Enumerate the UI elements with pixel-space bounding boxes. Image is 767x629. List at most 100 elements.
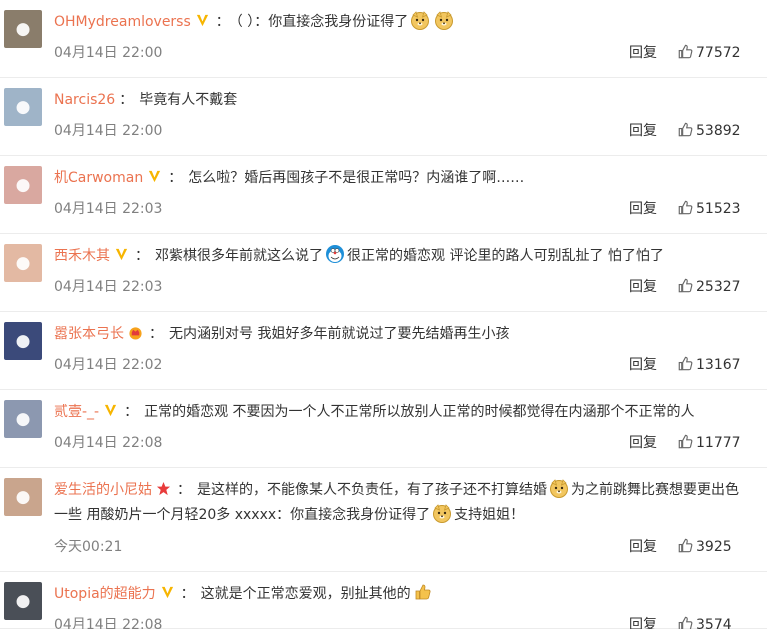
thumbs-up-icon bbox=[677, 434, 696, 451]
like-count: 51523 bbox=[696, 201, 741, 217]
comment-meta: 04月14日 22:08 回复 11777 bbox=[54, 433, 751, 453]
reply-button[interactable]: 回复 bbox=[629, 355, 657, 375]
reply-button[interactable]: 回复 bbox=[629, 615, 657, 629]
doge-emoji bbox=[410, 10, 430, 30]
like-count: 3925 bbox=[696, 539, 732, 555]
comment-text: Narcis26： 毕竟有人不戴套 bbox=[54, 88, 751, 113]
like-count: 3574 bbox=[696, 617, 732, 629]
like-button[interactable]: 13167 bbox=[677, 355, 751, 375]
separator-colon: ： bbox=[177, 482, 191, 498]
avatar-cat-icon: ● bbox=[15, 97, 31, 117]
separator-colon: ： bbox=[168, 170, 183, 186]
separator-colon: ： bbox=[180, 586, 195, 602]
comment-meta: 04月14日 22:00 回复 53892 bbox=[54, 121, 751, 141]
separator-colon: ： bbox=[119, 92, 134, 108]
like-button[interactable]: 3574 bbox=[677, 615, 751, 629]
username-link[interactable]: Narcis26 bbox=[54, 92, 115, 108]
comment-list: ● OHMydreamloverss ： （ ）：你直接念我身份证得了 04月14日 2… bbox=[0, 0, 767, 629]
thumbs-up-icon bbox=[677, 278, 696, 295]
avatar[interactable]: ● bbox=[4, 88, 42, 126]
like-button[interactable]: 11777 bbox=[677, 433, 751, 453]
like-button[interactable]: 3925 bbox=[677, 537, 751, 557]
comment-text: 嚣张本弓长 ： 无内涵别对号 我姐好多年前就说过了要先结婚再生小孩 bbox=[54, 322, 751, 347]
doge-emoji bbox=[434, 10, 454, 30]
like-count: 11777 bbox=[696, 435, 741, 451]
like-count: 53892 bbox=[696, 123, 741, 139]
like-button[interactable]: 53892 bbox=[677, 121, 751, 141]
thumbs-up-emoji bbox=[413, 582, 433, 602]
thumbs-up-icon bbox=[677, 538, 696, 555]
comment-text: OHMydreamloverss ： （ ）：你直接念我身份证得了 bbox=[54, 10, 751, 35]
thumbs-up-icon bbox=[677, 356, 696, 373]
username-link[interactable]: 西禾木其 bbox=[54, 248, 110, 264]
username-link[interactable]: 嚣张本弓长 bbox=[54, 326, 124, 342]
thumbs-up-icon bbox=[677, 44, 696, 61]
vip-crown-icon bbox=[128, 324, 143, 340]
verified-v-icon bbox=[103, 402, 118, 417]
reply-button[interactable]: 回复 bbox=[629, 121, 657, 141]
like-button[interactable]: 77572 bbox=[677, 43, 751, 63]
comment-time: 04月14日 22:03 bbox=[54, 201, 163, 217]
avatar[interactable]: ● bbox=[4, 10, 42, 48]
avatar[interactable]: ● bbox=[4, 244, 42, 282]
comment-text: 西禾木其 ： 邓紫棋很多年前就这么说了 很正常的婚恋观 评论里的路人可别乱扯了 怕了怕… bbox=[54, 244, 751, 269]
like-button[interactable]: 25327 bbox=[677, 277, 751, 297]
reply-button[interactable]: 回复 bbox=[629, 537, 657, 557]
comment-text: 爱生活的小尼姑：是这样的，不能像某人不负责任，有了孩子还不打算结婚 为之前跳舞比赛… bbox=[54, 478, 751, 528]
avatar-boy-icon: ● bbox=[15, 409, 31, 429]
comment-meta: 04月14日 22:02 回复 13167 bbox=[54, 355, 751, 375]
like-count: 77572 bbox=[696, 45, 741, 61]
avatar[interactable]: ● bbox=[4, 582, 42, 620]
comment-body: 是这样的，不能像某人不负责任，有了孩子还不打算结婚 bbox=[197, 482, 547, 498]
reply-button[interactable]: 回复 bbox=[629, 43, 657, 63]
comment-time: 04月14日 22:02 bbox=[54, 357, 163, 373]
comment-text: Utopia的超能力 ： 这就是个正常恋爱观，别扯其他的 bbox=[54, 582, 751, 607]
comment-body-cont: 很正常的婚恋观 评论里的路人可别乱扯了 怕了怕了 bbox=[347, 248, 664, 264]
verified-v-icon bbox=[195, 12, 210, 27]
comment-item: ● Utopia的超能力 ： 这就是个正常恋爱观，别扯其他的 04月14日 22:08 回… bbox=[0, 572, 767, 629]
reply-button[interactable]: 回复 bbox=[629, 277, 657, 297]
thumbs-up-icon bbox=[677, 616, 696, 629]
avatar-girl-icon: ● bbox=[15, 175, 31, 195]
comment-item: ● 机Carwoman ： 怎么啦？婚后再囤孩子不是很正常吗？内涵谁了啊…… 04月14… bbox=[0, 156, 767, 234]
avatar-figure-icon: ● bbox=[15, 331, 31, 351]
username-link[interactable]: 爱生活的小尼姑 bbox=[54, 482, 152, 498]
comment-body: 正常的婚恋观 不要因为一个人不正常所以放别人正常的时候都觉得在内涵那个不正常的人 bbox=[144, 404, 695, 420]
username-link[interactable]: 贰壹-_- bbox=[54, 404, 99, 420]
comment-body: 邓紫棋很多年前就这么说了 bbox=[155, 248, 323, 264]
comment-body: 毕竟有人不戴套 bbox=[139, 92, 238, 108]
comment-body: （ ）：你直接念我身份证得了 bbox=[235, 14, 409, 30]
username-link[interactable]: Utopia的超能力 bbox=[54, 586, 156, 602]
username-link[interactable]: 机Carwoman bbox=[54, 170, 143, 186]
comment-item: ● 爱生活的小尼姑：是这样的，不能像某人不负责任，有了孩子还不打算结婚 为之前跳舞比… bbox=[0, 468, 767, 572]
separator-colon: ： bbox=[124, 404, 139, 420]
comment-text: 机Carwoman ： 怎么啦？婚后再囤孩子不是很正常吗？内涵谁了啊…… bbox=[54, 166, 751, 191]
like-count: 13167 bbox=[696, 357, 741, 373]
comment-body: 这就是个正常恋爱观，别扯其他的 bbox=[200, 586, 411, 602]
comment-item: ● 贰壹-_- ： 正常的婚恋观 不要因为一个人不正常所以放别人正常的时候都觉得在内涵… bbox=[0, 390, 767, 468]
reply-button[interactable]: 回复 bbox=[629, 433, 657, 453]
avatar-figure-icon: ● bbox=[15, 591, 31, 611]
verified-v-icon bbox=[114, 246, 129, 261]
thumbs-up-icon bbox=[677, 200, 696, 217]
star-icon bbox=[156, 480, 171, 496]
separator-colon: ： bbox=[149, 326, 163, 342]
verified-v-icon bbox=[160, 584, 175, 599]
avatar[interactable]: ● bbox=[4, 400, 42, 438]
comment-meta: 04月14日 22:08 回复 3574 bbox=[54, 615, 751, 629]
reply-button[interactable]: 回复 bbox=[629, 199, 657, 219]
doge-emoji bbox=[432, 503, 452, 523]
avatar[interactable]: ● bbox=[4, 478, 42, 516]
comment-time: 04月14日 22:08 bbox=[54, 617, 163, 629]
like-button[interactable]: 51523 bbox=[677, 199, 751, 219]
username-link[interactable]: OHMydreamloverss bbox=[54, 14, 191, 30]
avatar[interactable]: ● bbox=[4, 166, 42, 204]
comment-body: 无内涵别对号 我姐好多年前就说过了要先结婚再生小孩 bbox=[169, 326, 510, 342]
doge-emoji bbox=[549, 478, 569, 498]
comment-time: 04月14日 22:08 bbox=[54, 435, 163, 451]
avatar[interactable]: ● bbox=[4, 322, 42, 360]
comment-meta: 04月14日 22:03 回复 51523 bbox=[54, 199, 751, 219]
thumbs-up-icon bbox=[677, 122, 696, 139]
comment-text: 贰壹-_- ： 正常的婚恋观 不要因为一个人不正常所以放别人正常的时候都觉得在内涵那… bbox=[54, 400, 751, 425]
comment-time: 今天00:21 bbox=[54, 539, 123, 555]
